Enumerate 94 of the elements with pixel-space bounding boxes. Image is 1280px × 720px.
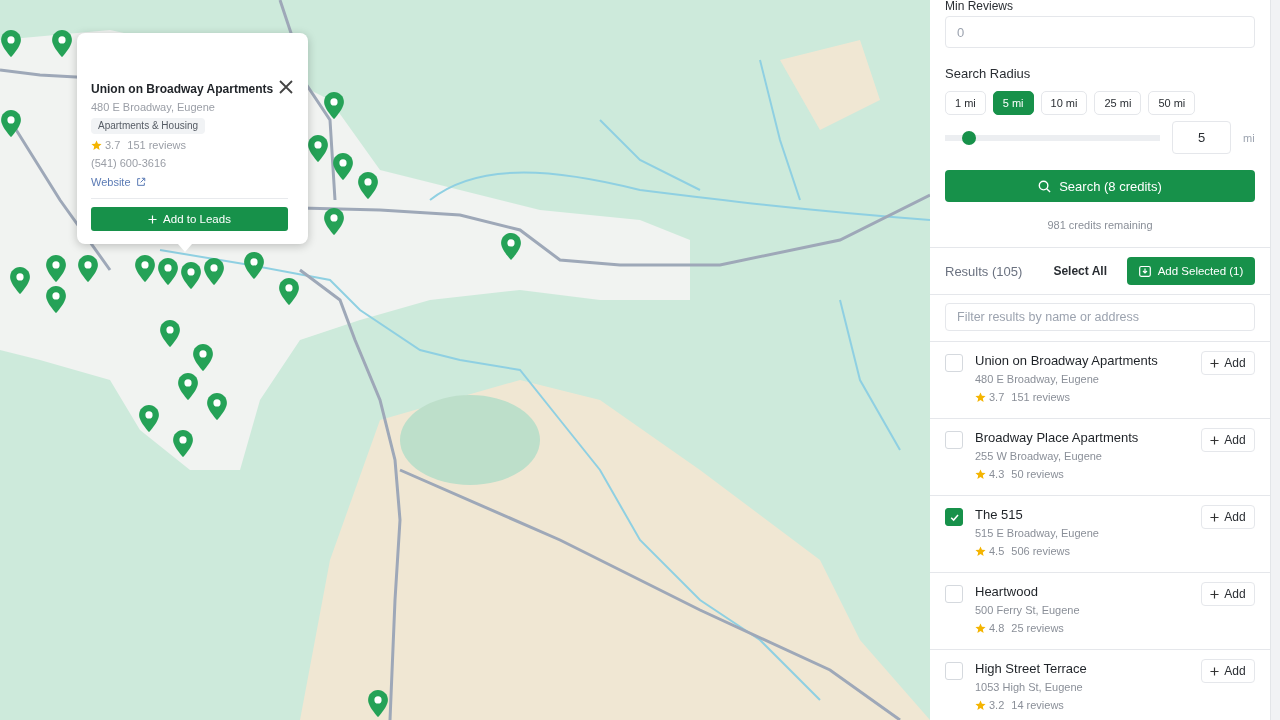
- map-pin-icon[interactable]: [244, 252, 264, 279]
- rating-value: 3.7: [105, 138, 121, 153]
- map-pin-icon[interactable]: [207, 393, 227, 420]
- rating-value: 3.2: [989, 698, 1005, 713]
- map-pin-icon[interactable]: [1, 30, 21, 57]
- star-icon: [975, 391, 986, 403]
- map-pin-icon[interactable]: [173, 430, 193, 457]
- star-icon: [975, 545, 986, 557]
- add-button[interactable]: Add: [1201, 351, 1255, 375]
- map-pin-icon[interactable]: [1, 110, 21, 137]
- close-icon: [279, 80, 293, 94]
- map-pin-icon[interactable]: [368, 690, 388, 717]
- place-address: 480 E Broadway, Eugene: [91, 100, 215, 115]
- map-pin-icon[interactable]: [324, 92, 344, 119]
- map-pin-icon[interactable]: [181, 262, 201, 289]
- plus-icon: [1210, 666, 1220, 676]
- checkbox[interactable]: [945, 508, 963, 526]
- map-pin-icon[interactable]: [160, 320, 180, 347]
- map-pin-icon[interactable]: [139, 405, 159, 432]
- star-icon: [975, 622, 986, 634]
- place-name: High Street Terrace: [975, 661, 1087, 677]
- field-label: Min Reviews: [945, 0, 1013, 13]
- place-name: Broadway Place Apartments: [975, 430, 1139, 446]
- review-count: 14 reviews: [1011, 698, 1064, 713]
- plus-icon: [1210, 512, 1220, 522]
- map-pin-icon[interactable]: [279, 278, 299, 305]
- map-pin-icon[interactable]: [204, 258, 224, 285]
- radius-option[interactable]: 25 mi: [1094, 91, 1142, 115]
- star-icon: [975, 699, 986, 711]
- plus-icon: [1210, 435, 1220, 445]
- place-name: Union on Broadway Apartments: [975, 353, 1158, 369]
- radius-option[interactable]: 1 mi: [945, 91, 986, 115]
- rating-value: 3.7: [989, 390, 1005, 405]
- place-address: 255 W Broadway, Eugene: [975, 449, 1102, 464]
- radius-option[interactable]: 5 mi: [992, 91, 1034, 115]
- unit-label: mi: [1243, 131, 1255, 144]
- download-icon: [1138, 265, 1151, 277]
- map-pin-icon[interactable]: [158, 258, 178, 285]
- min-reviews-field[interactable]: 0: [945, 16, 1255, 48]
- map-pin-icon[interactable]: [78, 255, 98, 282]
- website-link[interactable]: Website: [91, 174, 146, 190]
- plus-icon: [148, 214, 158, 224]
- map-pin-icon[interactable]: [501, 233, 521, 260]
- map-pin-icon[interactable]: [308, 135, 328, 162]
- select-all-button[interactable]: Select All: [1053, 264, 1107, 278]
- radius-option[interactable]: 50 mi: [1148, 91, 1196, 115]
- filter-field[interactable]: Filter results by name or address: [945, 303, 1255, 331]
- map-pin-icon[interactable]: [52, 30, 72, 57]
- add-button[interactable]: Add: [1201, 505, 1255, 529]
- add-to-leads-button[interactable]: Add to Leads: [91, 207, 288, 231]
- phone-number: (541) 600-3616: [91, 156, 167, 171]
- map-pin-icon[interactable]: [10, 267, 30, 294]
- plus-icon: [1210, 589, 1220, 599]
- category-tag: Apartments & Housing: [91, 118, 206, 134]
- map-pin-icon[interactable]: [193, 344, 213, 371]
- field-label: Search Radius: [945, 67, 1031, 81]
- map-pin-icon[interactable]: [333, 153, 353, 180]
- search-button[interactable]: Search (8 credits): [945, 170, 1255, 202]
- plus-icon: [1210, 358, 1220, 368]
- radius-input[interactable]: 5: [1172, 121, 1231, 154]
- credits-remaining: 981 credits remaining: [1047, 218, 1153, 232]
- slider-thumb[interactable]: [961, 130, 976, 145]
- place-address: 500 Ferry St, Eugene: [975, 603, 1080, 618]
- add-button[interactable]: Add: [1201, 428, 1255, 452]
- place-address: 1053 High St, Eugene: [975, 680, 1083, 695]
- review-count: 151 reviews: [127, 138, 186, 153]
- external-link-icon: [135, 177, 146, 187]
- place-name: Heartwood: [975, 584, 1038, 600]
- map-pin-icon[interactable]: [358, 172, 378, 199]
- review-count: 506 reviews: [1011, 544, 1070, 559]
- add-button[interactable]: Add: [1201, 582, 1255, 606]
- radius-option[interactable]: 10 mi: [1040, 91, 1088, 115]
- place-name: The 515: [975, 507, 1023, 523]
- star-icon: [975, 468, 986, 480]
- map-pin-icon[interactable]: [324, 208, 344, 235]
- results-count: Results (105): [945, 263, 1023, 279]
- map-pin-icon[interactable]: [46, 255, 66, 282]
- place-title: Union on Broadway Apartments: [91, 81, 274, 97]
- close-button[interactable]: [279, 80, 293, 94]
- search-icon: [1038, 179, 1052, 193]
- star-icon: [91, 139, 102, 151]
- review-count: 151 reviews: [1011, 390, 1070, 405]
- map-pin-icon[interactable]: [46, 286, 66, 313]
- map-pin-icon[interactable]: [178, 373, 198, 400]
- rating-value: 4.8: [989, 621, 1005, 636]
- place-address: 515 E Broadway, Eugene: [975, 526, 1099, 541]
- review-count: 25 reviews: [1011, 621, 1064, 636]
- rating-value: 4.5: [989, 544, 1005, 559]
- place-address: 480 E Broadway, Eugene: [975, 372, 1099, 387]
- map-pin-icon[interactable]: [135, 255, 155, 282]
- add-selected-button[interactable]: Add Selected (1): [1127, 257, 1255, 285]
- rating-value: 4.3: [989, 467, 1005, 482]
- review-count: 50 reviews: [1011, 467, 1064, 482]
- add-button[interactable]: Add: [1201, 659, 1255, 683]
